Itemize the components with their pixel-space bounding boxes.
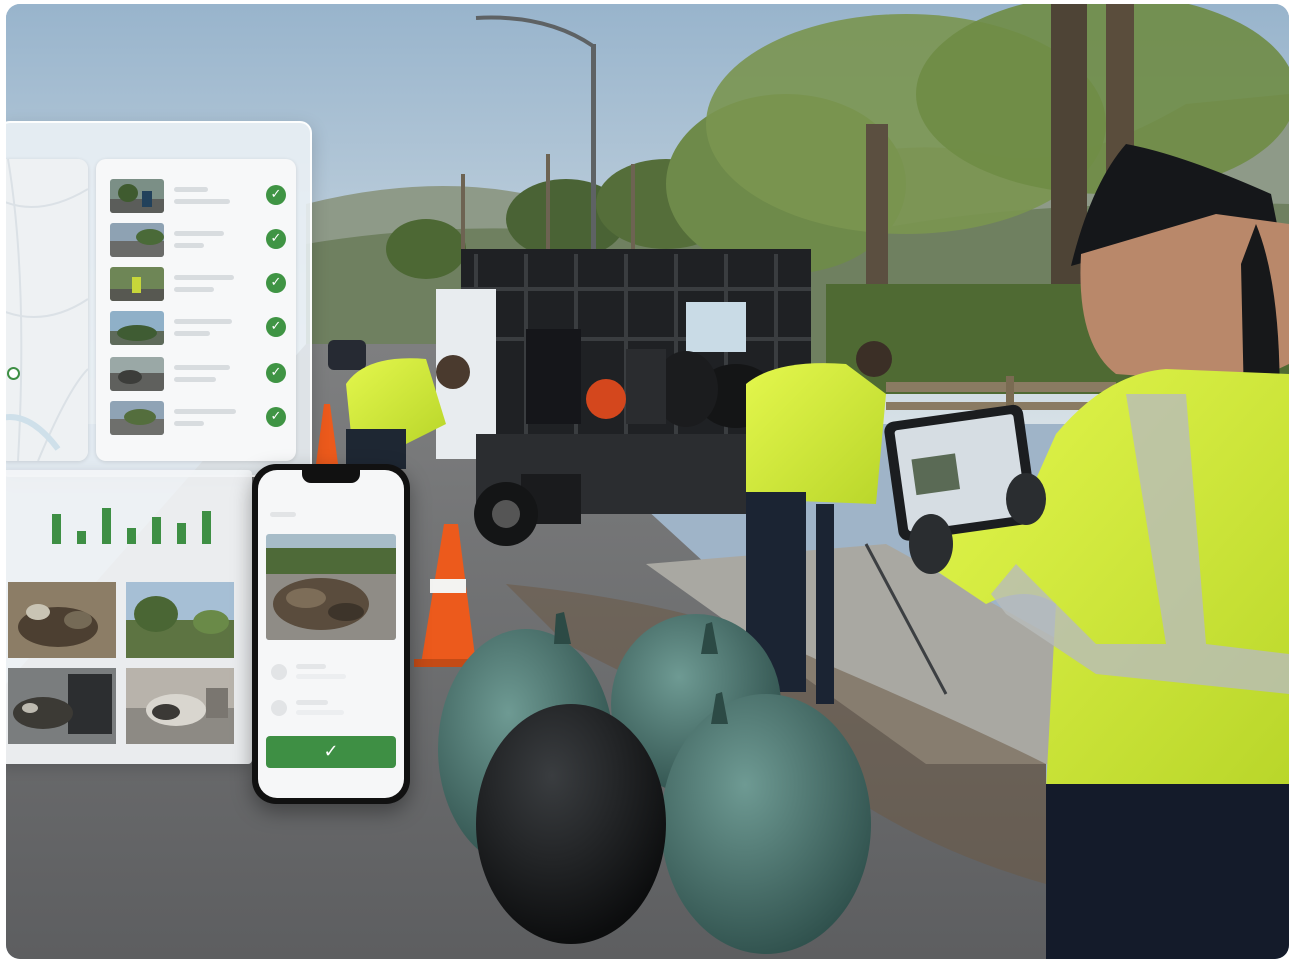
mobile-app-phone: ✓ — [252, 464, 410, 804]
check-icon: ✓ — [266, 407, 286, 427]
option-label — [296, 700, 328, 705]
list-item[interactable]: ✓ — [110, 311, 286, 347]
option-label — [296, 664, 326, 669]
list-item[interactable]: ✓ — [110, 223, 286, 259]
list-item[interactable]: ✓ — [110, 401, 286, 437]
title-placeholder — [174, 409, 236, 414]
photo-debris-4[interactable] — [126, 668, 234, 744]
title-placeholder — [174, 187, 208, 192]
check-icon: ✓ — [266, 363, 286, 383]
title-placeholder — [174, 319, 232, 324]
confirm-button[interactable]: ✓ — [266, 736, 396, 768]
analytics-panel — [6, 470, 252, 764]
job-thumbnail — [110, 401, 164, 435]
option-sub — [296, 674, 346, 679]
hero-image: ✓ ✓ ✓ ✓ ✓ ✓ ✓ — [6, 4, 1289, 959]
subtitle-placeholder — [174, 243, 204, 248]
subtitle-placeholder — [174, 199, 230, 204]
subtitle-placeholder — [174, 377, 216, 382]
subtitle-placeholder — [174, 421, 204, 426]
job-thumbnail — [110, 311, 164, 345]
phone-notch — [302, 470, 360, 483]
job-list: ✓ ✓ ✓ ✓ ✓ ✓ — [96, 159, 296, 461]
subtitle-placeholder — [174, 331, 210, 336]
mini-bar-chart — [48, 506, 218, 544]
title-placeholder — [174, 365, 230, 370]
list-item[interactable]: ✓ — [110, 267, 286, 303]
option-radio[interactable] — [271, 700, 287, 716]
chart-bar — [177, 523, 186, 544]
list-item[interactable]: ✓ — [110, 357, 286, 393]
map-view — [6, 159, 88, 461]
chart-bar — [52, 514, 61, 544]
map-pin-icon[interactable] — [7, 367, 20, 380]
chart-bar — [202, 511, 211, 544]
debris-photo[interactable] — [266, 534, 396, 640]
list-item[interactable]: ✓ — [110, 179, 286, 215]
check-icon: ✓ — [266, 273, 286, 293]
title-placeholder — [174, 275, 234, 280]
job-thumbnail — [110, 267, 164, 301]
phone-screen: ✓ — [258, 470, 404, 798]
option-radio[interactable] — [271, 664, 287, 680]
chart-bar — [102, 508, 111, 544]
subtitle-placeholder — [174, 287, 214, 292]
chart-bar — [127, 528, 136, 544]
title-placeholder — [174, 231, 224, 236]
job-thumbnail — [110, 357, 164, 391]
header-placeholder — [270, 512, 296, 517]
option-sub — [296, 710, 344, 715]
photo-debris-3[interactable] — [8, 668, 116, 744]
check-icon: ✓ — [266, 229, 286, 249]
job-thumbnail — [110, 179, 164, 213]
map-card — [6, 159, 88, 461]
photo-debris-1[interactable] — [8, 582, 116, 658]
photo-debris-2[interactable] — [126, 582, 234, 658]
job-thumbnail — [110, 223, 164, 257]
chart-bar — [77, 531, 86, 544]
check-icon: ✓ — [266, 317, 286, 337]
check-icon: ✓ — [266, 185, 286, 205]
chart-bar — [152, 517, 161, 544]
